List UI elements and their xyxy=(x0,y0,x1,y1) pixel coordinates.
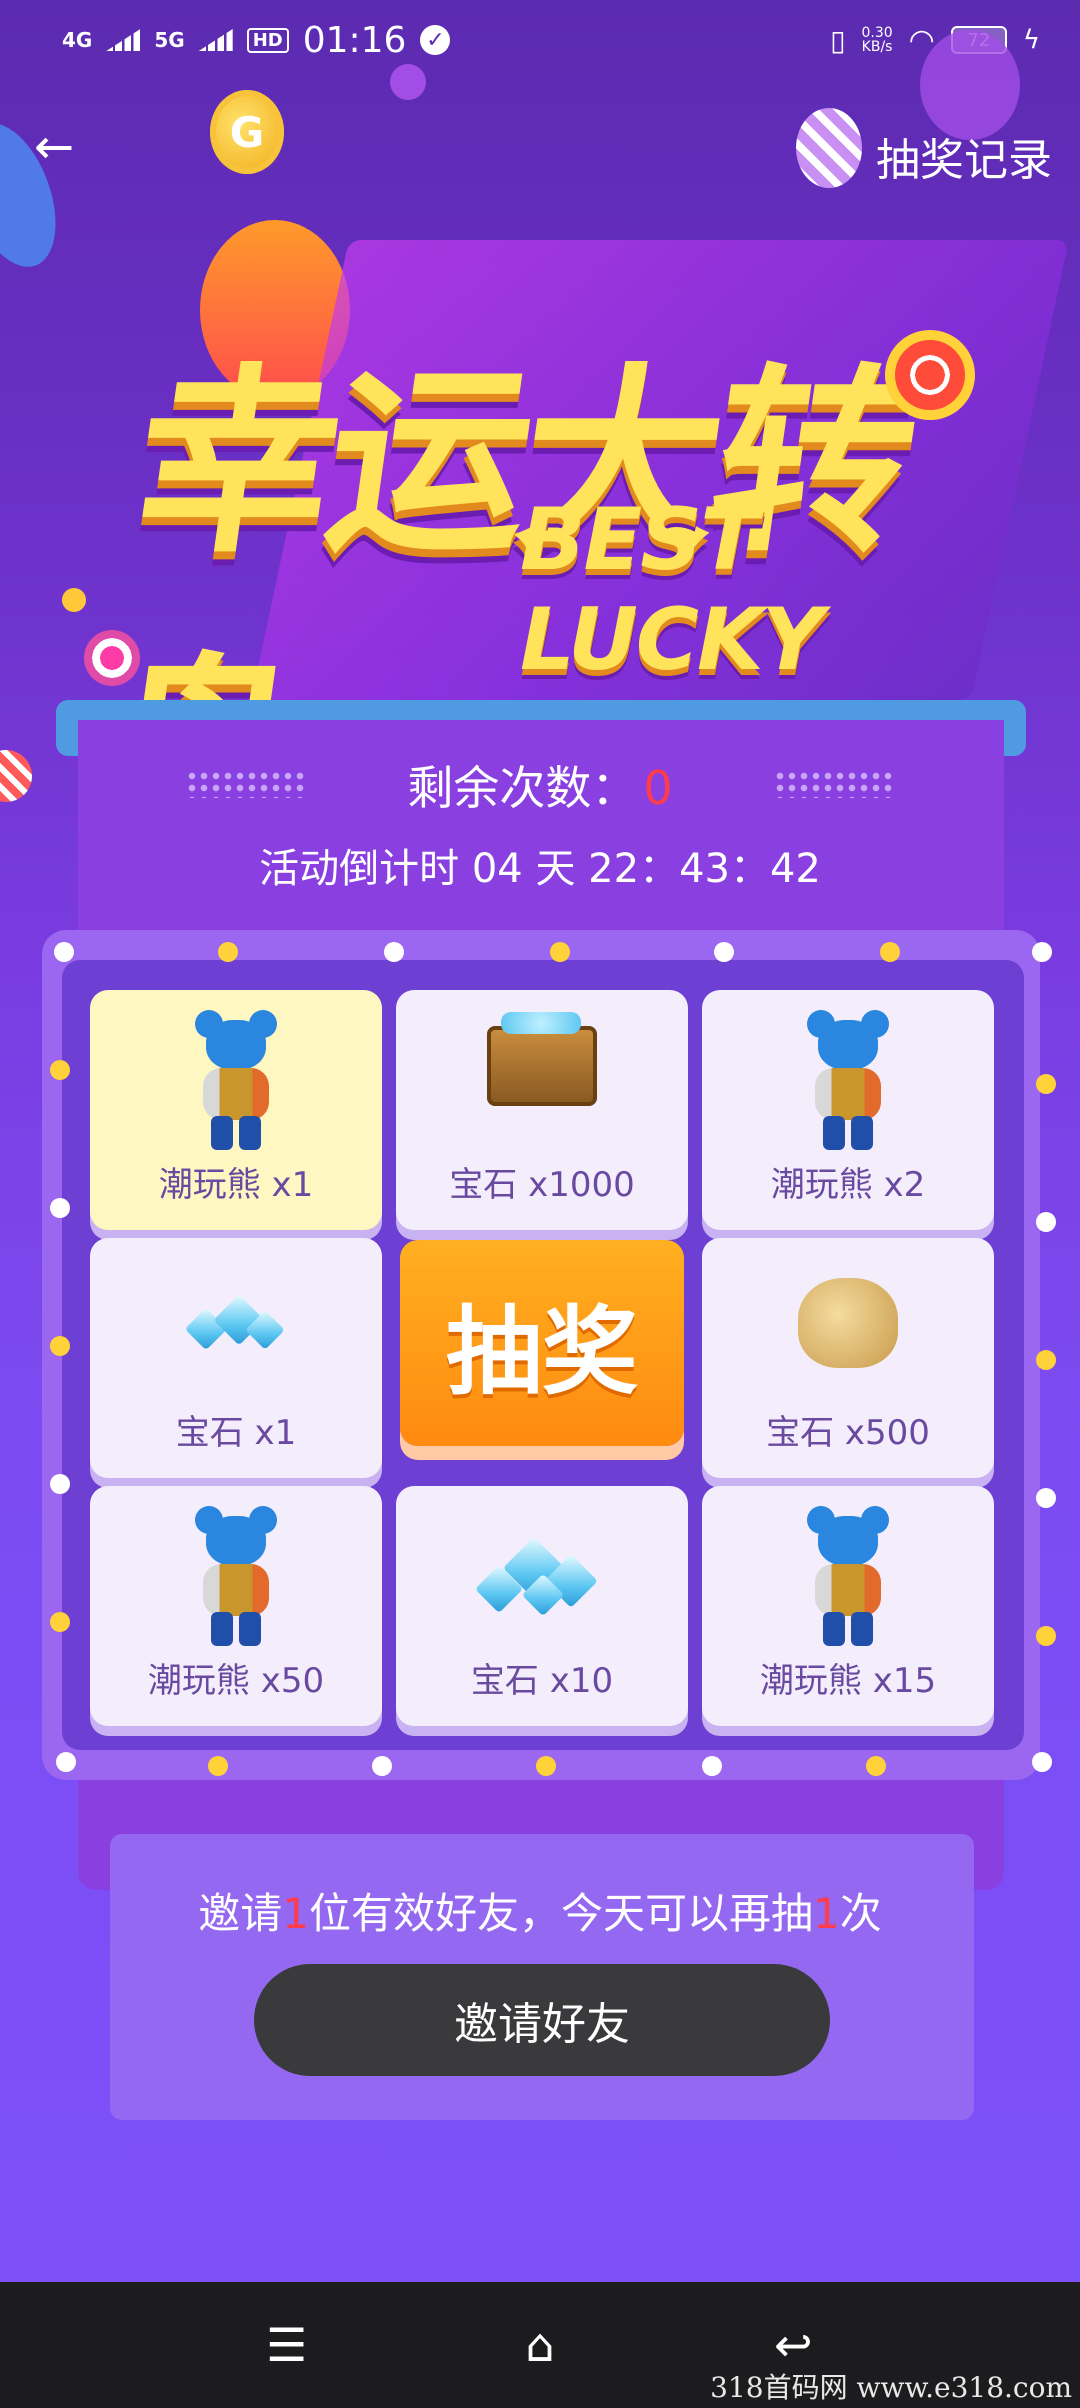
bear-icon xyxy=(191,1010,281,1150)
light-bulb xyxy=(550,942,570,962)
invite-text-prefix: 邀请 xyxy=(198,1889,283,1938)
status-bar: 4G 5G HD 01:16 ✓ ▯ 0.30 KB/s ◠ 72 ϟ xyxy=(0,0,1080,80)
prize-label: 潮玩熊 x50 xyxy=(147,1661,325,1701)
remaining-value: 0 xyxy=(643,761,673,815)
light-bulb xyxy=(866,1756,886,1776)
wheel-icon xyxy=(885,330,975,420)
prize-label: 宝石 x1000 xyxy=(449,1165,635,1205)
bear-icon xyxy=(191,1506,281,1646)
light-bulb xyxy=(714,942,734,962)
status-time: 01:16 xyxy=(302,19,407,61)
light-bulb xyxy=(208,1756,228,1776)
back-icon[interactable]: ↩ xyxy=(763,2318,823,2372)
countdown-time: 22：43：42 xyxy=(588,846,821,892)
light-bulb xyxy=(50,1336,70,1356)
back-arrow-icon[interactable]: ← xyxy=(34,122,84,172)
invite-text-middle: 位有效好友，今天可以再抽 xyxy=(308,1889,813,1938)
prize-cell: 潮玩熊 x15 xyxy=(702,1486,994,1726)
bear-icon xyxy=(803,1506,893,1646)
light-bulb xyxy=(880,942,900,962)
light-bulb xyxy=(54,942,74,962)
prize-cell: 宝石 x500 xyxy=(702,1238,994,1478)
prize-cell: 潮玩熊 x2 xyxy=(702,990,994,1230)
countdown-label: 活动倒计时 xyxy=(259,846,460,892)
banner-title-en: BEST LUCKY xyxy=(520,490,824,690)
net-speed-unit: KB/s xyxy=(861,39,893,55)
bear-icon xyxy=(803,1010,893,1150)
charging-icon: ϟ xyxy=(1022,25,1040,55)
light-bulb xyxy=(50,1474,70,1494)
light-bulb xyxy=(536,1756,556,1776)
prize-label: 潮玩熊 x2 xyxy=(770,1165,926,1205)
status-left: 4G 5G HD 01:16 ✓ xyxy=(62,19,451,61)
check-icon: ✓ xyxy=(420,25,451,55)
gem-sack-icon xyxy=(798,1278,898,1368)
invite-text: 邀请1位有效好友，今天可以再抽1次 xyxy=(0,1880,1080,1941)
net-speed: 0.30 KB/s xyxy=(861,26,892,54)
menu-icon[interactable]: ☰ xyxy=(257,2318,317,2372)
light-bulb xyxy=(50,1198,70,1218)
prize-cell: 潮玩熊 x1 xyxy=(90,990,382,1230)
prize-label: 宝石 x10 xyxy=(470,1661,614,1701)
light-bulb xyxy=(1036,1626,1056,1646)
invite-count: 1 xyxy=(282,1889,309,1938)
light-bulb xyxy=(1036,1350,1056,1370)
signal-icon xyxy=(198,29,233,51)
prize-label: 潮玩熊 x1 xyxy=(158,1165,314,1205)
home-icon[interactable]: ⌂ xyxy=(510,2318,570,2372)
network-4g-label: 4G xyxy=(62,28,93,52)
invite-text-suffix: 次 xyxy=(839,1889,882,1938)
light-bulb xyxy=(1036,1212,1056,1232)
countdown: 活动倒计时 04 天 22：43：42 xyxy=(0,836,1080,894)
vibrate-icon: ▯ xyxy=(830,23,846,57)
prize-cell: 宝石 x10 xyxy=(396,1486,688,1726)
countdown-days: 04 xyxy=(471,846,523,892)
light-bulb xyxy=(702,1756,722,1776)
remaining-label: 剩余次数： xyxy=(407,761,638,815)
extra-draw-count: 1 xyxy=(813,1889,840,1938)
light-bulb xyxy=(1032,942,1052,962)
light-bulb xyxy=(372,1756,392,1776)
draw-records-link[interactable]: 抽奖记录 xyxy=(876,124,1052,188)
treasure-chest-icon xyxy=(487,1012,597,1106)
page-header: ← 抽奖记录 xyxy=(0,100,1080,200)
light-bulb xyxy=(218,942,238,962)
remaining-count: 剩余次数： 0 xyxy=(0,752,1080,818)
invite-friends-button[interactable]: 邀请好友 xyxy=(254,1964,830,2076)
light-bulb xyxy=(1036,1074,1056,1094)
banner: 幸运大转盘 BEST LUCKY xyxy=(60,240,1069,870)
prize-label: 宝石 x1 xyxy=(175,1413,297,1453)
light-bulb xyxy=(50,1612,70,1632)
light-bulb xyxy=(56,1752,76,1772)
signal-icon xyxy=(106,29,141,51)
gem-icon xyxy=(181,1294,291,1368)
watermark: 318首码网 www.e318.com xyxy=(710,2371,1072,2404)
prize-label: 潮玩熊 x15 xyxy=(759,1661,937,1701)
countdown-day-unit: 天 xyxy=(535,846,576,892)
light-bulb xyxy=(50,1060,70,1080)
light-bulb xyxy=(1036,1488,1056,1508)
draw-button[interactable]: 抽奖 xyxy=(400,1240,684,1446)
light-bulb xyxy=(384,942,404,962)
prize-cell: 宝石 x1000 xyxy=(396,990,688,1230)
network-5g-label: 5G xyxy=(154,28,185,52)
light-bulb xyxy=(1032,1752,1052,1772)
prize-cell: 宝石 x1 xyxy=(90,1238,382,1478)
gem-pile-icon xyxy=(472,1532,612,1622)
hd-badge: HD xyxy=(246,27,289,53)
prize-label: 宝石 x500 xyxy=(766,1413,930,1453)
prize-cell: 潮玩熊 x50 xyxy=(90,1486,382,1726)
decor-ball-top xyxy=(390,64,426,100)
